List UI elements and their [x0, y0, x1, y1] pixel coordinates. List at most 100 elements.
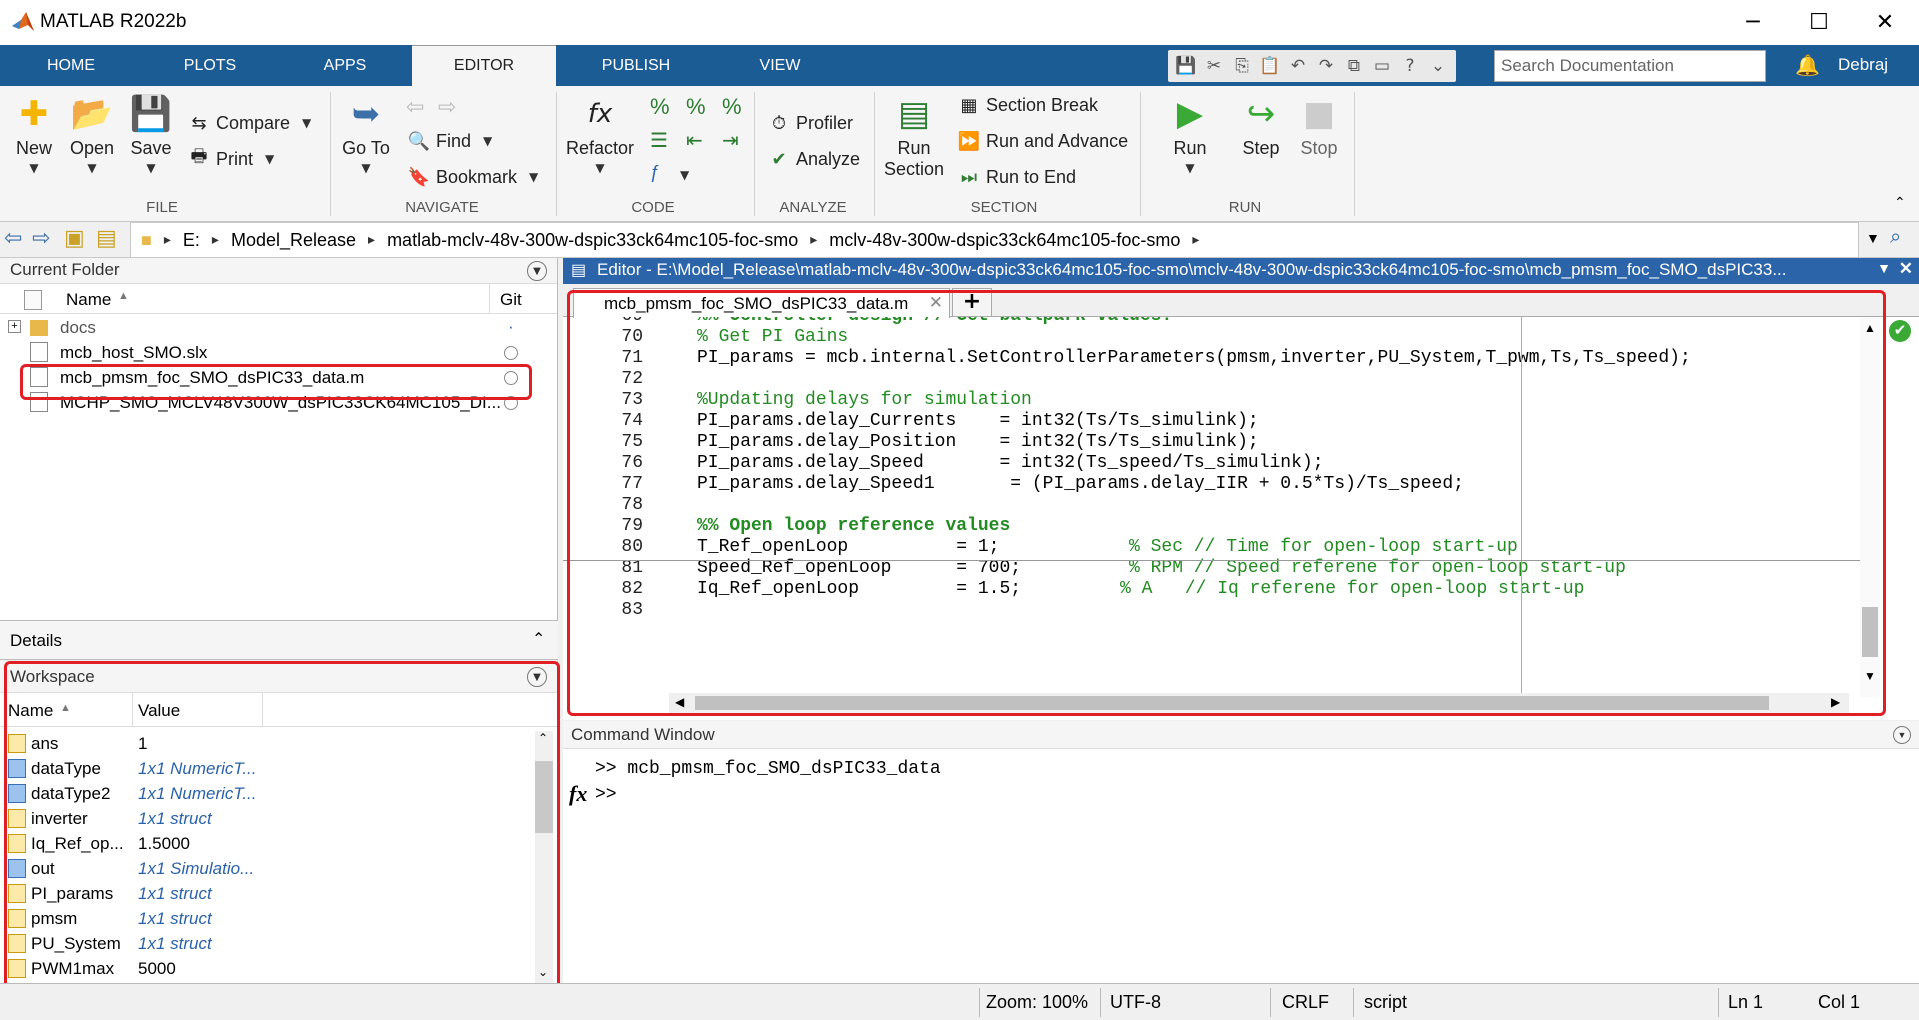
wrap-comments-icon[interactable]: % [722, 94, 742, 120]
command-input[interactable] [591, 783, 1891, 973]
stop-button[interactable]: ■ Stop [1294, 94, 1344, 159]
tab-publish[interactable]: PUBLISH [566, 45, 706, 86]
eol-status[interactable]: CRLF [1282, 992, 1329, 1013]
workspace-row[interactable]: ans 1 [0, 731, 535, 756]
compare-button[interactable]: ⇆ Compare ▼ [188, 112, 311, 134]
function-browser-fx-icon[interactable]: fx [569, 781, 587, 807]
tab-editor[interactable]: EDITOR [412, 45, 556, 86]
expand-details-icon[interactable]: ⌃ [532, 629, 545, 649]
workspace-row[interactable]: PU_System 1x1 struct [0, 931, 535, 956]
step-button[interactable]: ↪ Step [1236, 94, 1286, 159]
code-area[interactable]: 69 %% Controller design // Get ballpark v… [563, 317, 1893, 693]
editor-menu-icon[interactable]: ▼ [1877, 260, 1891, 276]
help-icon[interactable]: ? [1398, 54, 1422, 78]
code-more-caret[interactable]: ▼ [680, 166, 689, 182]
scroll-down-icon[interactable]: ▼ [1864, 669, 1876, 683]
increase-indent-icon[interactable]: ⇥ [722, 128, 739, 153]
editor-horizontal-scrollbar[interactable]: ◀ ▶ [669, 693, 1849, 713]
workspace-scrollbar[interactable]: ⌃ ⌄ [535, 731, 553, 983]
scrollbar-thumb[interactable] [1862, 607, 1878, 657]
paste-icon[interactable]: 📋 [1258, 54, 1282, 78]
run-and-advance-button[interactable]: ⏩ Run and Advance [958, 130, 1128, 152]
close-editor-icon[interactable]: ✕ [1899, 259, 1913, 279]
new-tab-button[interactable]: + [952, 288, 992, 316]
workspace-row[interactable]: inverter 1x1 struct [0, 806, 535, 831]
folder-path[interactable]: ■ ▸ E: ▸ Model_Release ▸ matlab-mclv-48v… [130, 222, 1859, 258]
tab-apps[interactable]: APPS [280, 45, 410, 86]
run-to-end-button[interactable]: ⏭ Run to End [958, 166, 1076, 188]
profiler-button[interactable]: ⏱ Profiler [768, 112, 853, 134]
workspace-row[interactable]: PWM1max 5000 [0, 956, 535, 981]
details-panel[interactable]: Details ⌃ [0, 620, 558, 660]
panel-menu-icon[interactable]: ▼ [527, 667, 547, 687]
scroll-right-icon[interactable]: ▶ [1831, 695, 1840, 709]
collapse-ribbon-icon[interactable]: ⌃ [1894, 194, 1906, 211]
editor-tab-active[interactable]: mcb_pmsm_foc_SMO_dsPIC33_data.m ✕ [573, 288, 950, 318]
panel-menu-icon[interactable]: ▼ [527, 261, 547, 281]
back-arrow-icon[interactable]: ⇦ [406, 94, 424, 120]
goto-button[interactable]: ➥ Go To ▼ [340, 94, 392, 175]
comment-icon[interactable]: % [650, 94, 670, 120]
run-section-button[interactable]: ▤ Run Section [884, 94, 944, 180]
copy-icon[interactable]: ⎘ [1230, 54, 1254, 78]
open-button[interactable]: 📂 Open ▼ [68, 94, 116, 175]
scrollbar-thumb[interactable] [695, 696, 1769, 710]
workspace-row[interactable]: out 1x1 Simulatio... [0, 856, 535, 881]
path-dropdown-icon[interactable]: ▼ [1866, 230, 1880, 246]
back-icon[interactable]: ⇦ [4, 226, 22, 251]
scroll-left-icon[interactable]: ◀ [675, 695, 684, 709]
panel-menu-icon[interactable]: ▼ [1893, 726, 1911, 744]
path-segment[interactable]: E: [183, 230, 200, 251]
tab-home[interactable]: HOME [8, 45, 134, 86]
undo-icon[interactable]: ↶ [1286, 54, 1310, 78]
file-row[interactable]: mcb_host_SMO.slx [0, 340, 558, 365]
up-folder-icon[interactable]: ▣ [64, 226, 85, 251]
save-button[interactable]: 💾 Save ▼ [128, 94, 174, 175]
tab-view[interactable]: VIEW [710, 45, 850, 86]
switch-windows-icon[interactable]: ⧉ [1342, 54, 1366, 78]
section-break-button[interactable]: ▦ Section Break [958, 94, 1098, 116]
workspace-row[interactable]: Iq_Ref_op... 1.5000 [0, 831, 535, 856]
name-column-header[interactable]: Name [66, 290, 111, 310]
close-button[interactable]: ✕ [1852, 0, 1918, 45]
user-menu[interactable]: Debraj [1838, 55, 1888, 75]
workspace-row[interactable]: dataType2 1x1 NumericT... [0, 781, 535, 806]
workspace-row[interactable]: dataType 1x1 NumericT... [0, 756, 535, 781]
encoding-status[interactable]: UTF-8 [1110, 992, 1161, 1013]
scroll-up-icon[interactable]: ▲ [1864, 321, 1876, 335]
cut-icon[interactable]: ✂ [1202, 54, 1226, 78]
save-icon[interactable]: 💾 [1174, 54, 1198, 78]
uncomment-icon[interactable]: % [686, 94, 706, 120]
new-button[interactable]: ✚ New ▼ [12, 94, 56, 175]
minimize-button[interactable]: ─ [1720, 0, 1786, 45]
decrease-indent-icon[interactable]: ⇤ [686, 128, 703, 153]
path-segment[interactable]: Model_Release [231, 230, 356, 251]
search-documentation-input[interactable]: Search Documentation [1494, 50, 1766, 82]
file-row-docs[interactable]: + docs · [0, 315, 558, 340]
print-button[interactable]: 🖶 Print ▼ [188, 146, 275, 170]
customize-icon[interactable]: ⌄ [1426, 54, 1450, 78]
scrollbar-thumb[interactable] [535, 761, 553, 833]
scroll-up-icon[interactable]: ⌃ [538, 731, 548, 745]
editor-vertical-scrollbar[interactable]: ▲ ▼ [1860, 317, 1880, 697]
run-button[interactable]: ▶ Run ▼ [1166, 94, 1214, 175]
smart-indent-icon[interactable]: ☰ [650, 128, 668, 153]
git-column-header[interactable]: Git [500, 290, 522, 310]
code-analyzer-ok-icon[interactable]: ✔ [1889, 320, 1911, 342]
close-tab-icon[interactable]: ✕ [929, 293, 943, 313]
path-segment[interactable]: matlab-mclv-48v-300w-dspic33ck64mc105-fo… [387, 230, 798, 251]
function-hint-icon[interactable]: ƒ [650, 162, 660, 183]
search-folder-icon[interactable]: ⌕ [1890, 226, 1901, 249]
value-column-header[interactable]: Value [138, 701, 180, 721]
maximize-button[interactable]: ☐ [1786, 0, 1852, 45]
forward-icon[interactable]: ⇨ [32, 226, 50, 251]
bookmark-button[interactable]: 🔖 Bookmark ▼ [408, 166, 538, 188]
browse-folder-icon[interactable]: ▤ [96, 226, 117, 251]
layout-icon[interactable]: ▭ [1370, 54, 1394, 78]
notifications-bell-icon[interactable]: 🔔 [1795, 53, 1820, 78]
find-button[interactable]: 🔍 Find ▼ [408, 130, 492, 152]
expand-icon[interactable]: + [8, 320, 21, 333]
refactor-button[interactable]: fx Refactor ▼ [566, 94, 634, 175]
name-column-header[interactable]: Name [8, 701, 53, 721]
workspace-row[interactable]: pmsm 1x1 struct [0, 906, 535, 931]
